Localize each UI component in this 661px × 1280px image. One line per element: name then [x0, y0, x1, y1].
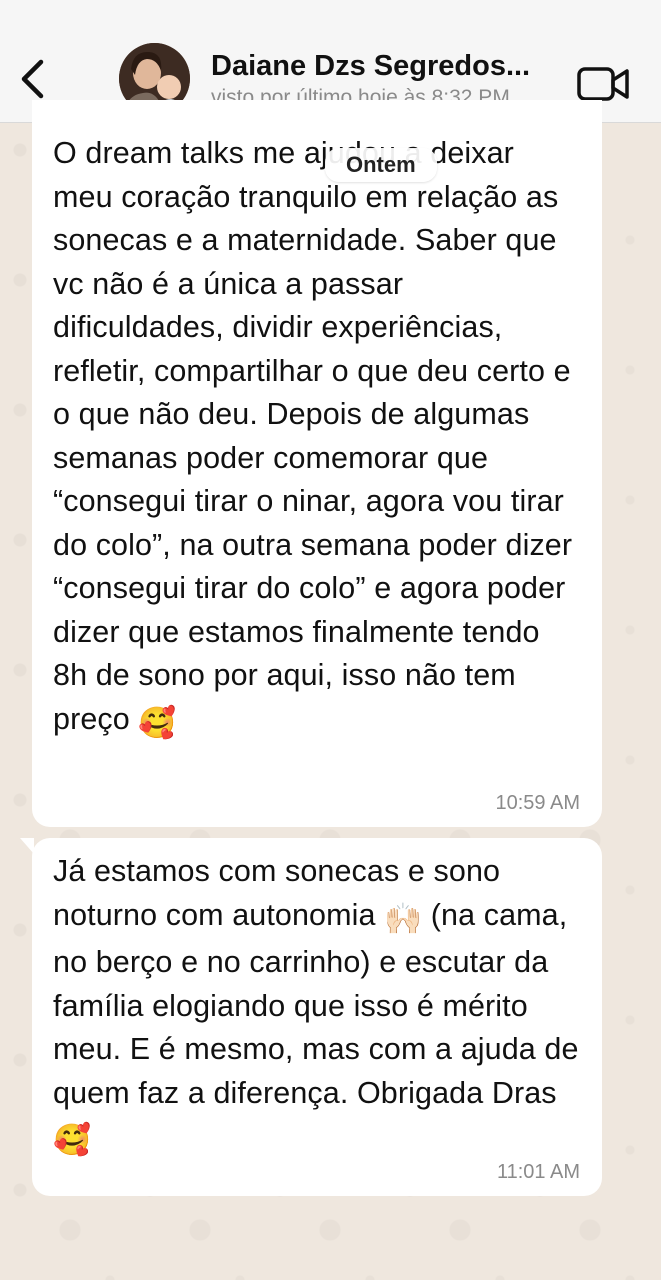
message-text: Já estamos com sonecas e sono noturno co…: [53, 850, 580, 1163]
smiling-hearts-emoji: 🥰: [53, 1123, 92, 1158]
message-bubble[interactable]: O dream talks me ajudou a deixar meu cor…: [32, 100, 602, 827]
message-bubble[interactable]: Já estamos com sonecas e sono noturno co…: [20, 838, 602, 1196]
message-timestamp: 10:59 AM: [495, 792, 580, 814]
status-bar: [0, 0, 661, 10]
video-call-button[interactable]: [576, 64, 632, 104]
raising-hands-emoji: 🙌🏻: [384, 901, 423, 937]
message-timestamp: 11:01 AM: [496, 1161, 580, 1183]
chevron-left-icon: [21, 59, 44, 99]
message-body: O dream talks me ajudou a deixar meu cor…: [53, 136, 573, 736]
contact-name[interactable]: Daiane Dzs Segredos...: [211, 50, 530, 83]
date-separator: Ontem: [325, 148, 437, 182]
back-button[interactable]: [12, 54, 52, 104]
video-camera-icon: [577, 67, 629, 101]
message-text: O dream talks me ajudou a deixar meu cor…: [53, 132, 580, 745]
smiling-hearts-emoji: 🥰: [138, 705, 177, 741]
